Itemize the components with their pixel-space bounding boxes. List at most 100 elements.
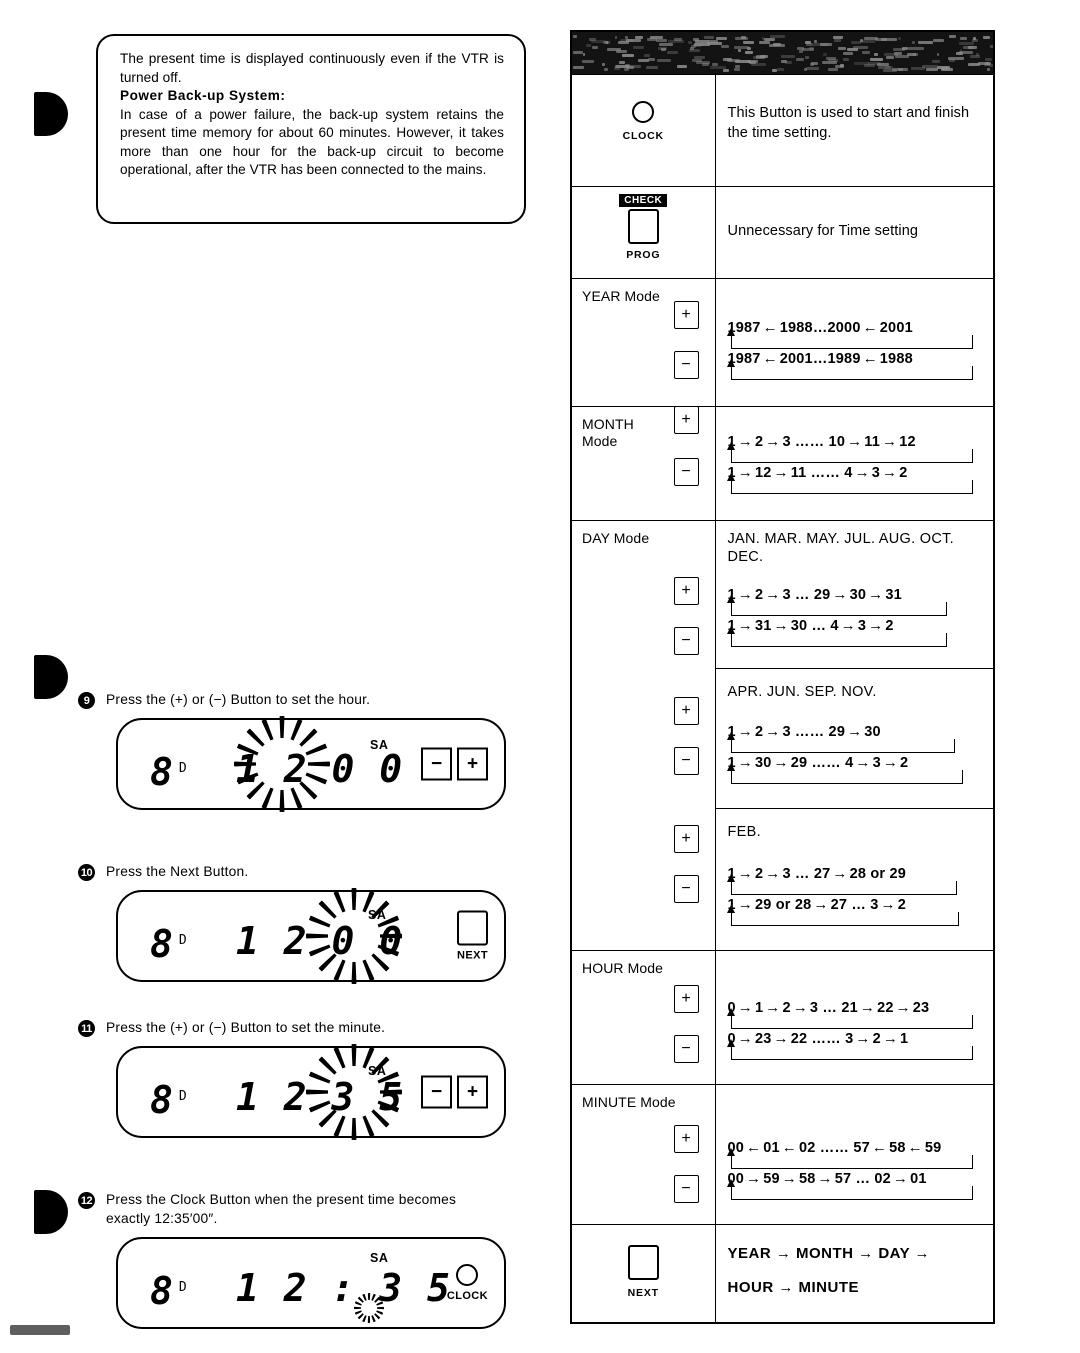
plus-button[interactable]: +: [457, 1076, 488, 1109]
day-group-1-minus-sequence: 1 → 31 → 30 … 4 → 3 → 2: [728, 617, 984, 636]
seq-part: 27 … 3: [831, 897, 879, 913]
clock-button-cell[interactable]: CLOCK: [572, 75, 715, 142]
clock-button[interactable]: [632, 101, 654, 123]
wrap-loop: [731, 739, 956, 753]
prog-button[interactable]: [628, 209, 659, 244]
seq-part: 31: [755, 618, 772, 634]
seq-part: 22 …… 3: [791, 1031, 854, 1047]
step-10-buttons: NEXT: [457, 911, 488, 962]
prog-button-label: PROG: [626, 249, 660, 261]
month-plus-sequence: 1 → 2 → 3 …… 10 → 11 → 12: [728, 433, 984, 464]
step-11-text: Press the (+) or (−) Button to set the m…: [106, 1018, 486, 1037]
year-plus-button[interactable]: +: [674, 301, 699, 329]
step-10-program-number: 8 D: [150, 922, 188, 963]
day-mode-label: DAY Mode: [572, 521, 715, 547]
wrap-loop: [731, 881, 958, 895]
step-10-time-value: 1 2 0 0: [236, 922, 403, 960]
step-9-head: 9 Press the (+) or (−) Button to set the…: [78, 690, 560, 709]
minute-minus-button[interactable]: −: [674, 1175, 699, 1203]
hour-plus-sequence: 0 → 1 → 2 → 3 … 21 → 22 → 23: [728, 999, 984, 1030]
clock-button[interactable]: [456, 1264, 478, 1286]
step-9-time-value: 1 2 0 0: [236, 750, 403, 788]
step-11-lcd-panel: 8 D 1 2 3 5 SA − +: [116, 1046, 506, 1138]
wrap-loop: [731, 1046, 974, 1060]
prog-button-cell[interactable]: CHECK PROG: [572, 187, 715, 261]
table-row-month: MONTH Mode + − 1→2→3 …… 10→11→12: [571, 407, 994, 521]
hour-mode-label: HOUR Mode: [572, 951, 715, 977]
seq-part: 2: [755, 587, 763, 603]
table-row-next: NEXT YEAR → MONTH → DAY → HOUR → MINUTE: [571, 1225, 994, 1323]
seq-part: 3 … 27: [782, 866, 830, 882]
next-button-group[interactable]: NEXT: [457, 911, 488, 962]
wrap-loop: [731, 449, 974, 463]
step-12-head: 12 Press the Clock Button when the prese…: [78, 1190, 560, 1228]
day-group-3-title: FEB.: [728, 823, 984, 841]
step-9-sa-indicator: SA: [370, 738, 389, 752]
next-button[interactable]: [457, 911, 488, 946]
page-edge-marker-top: [34, 92, 68, 136]
minute-plus-button[interactable]: +: [674, 1125, 699, 1153]
day-jan-minus-button[interactable]: −: [674, 627, 699, 655]
day-feb-plus-button[interactable]: +: [674, 825, 699, 853]
table-row-minute: MINUTE Mode + − 00 ← 01 ← 02 …… 57 ← 58 ← 59: [571, 1085, 994, 1225]
seq-part: 2001…1989: [780, 351, 861, 367]
wrap-loop: [731, 770, 964, 784]
seq-part: 1988: [880, 351, 913, 367]
step-10-prog-digit: 8: [150, 925, 174, 963]
step-10-prog-sub: D: [179, 922, 188, 960]
wrap-loop: [731, 602, 948, 616]
step-12-lcd-panel: 8 D 1 2 : 3 5 SA CLOCK: [116, 1237, 506, 1329]
step-12-buttons: CLOCK: [447, 1264, 488, 1302]
step-10-sa-indicator: SA: [368, 908, 387, 922]
wrap-loop: [731, 1015, 974, 1029]
day-apr-minus-button[interactable]: −: [674, 747, 699, 775]
minus-button[interactable]: −: [421, 1076, 452, 1109]
step-11-sa-indicator: SA: [368, 1064, 387, 1078]
seq-part: 01: [910, 1171, 927, 1187]
seq-part: 3: [872, 465, 880, 481]
step-9-prog-digit: 8: [150, 753, 174, 791]
day-jan-plus-button[interactable]: +: [674, 577, 699, 605]
next-button-cell[interactable]: NEXT: [572, 1225, 715, 1299]
step-12-prog-sub: D: [179, 1269, 188, 1307]
step-12: 12 Press the Clock Button when the prese…: [0, 1190, 560, 1329]
hour-minus-button[interactable]: −: [674, 1035, 699, 1063]
seq-part: 3 … 29: [782, 587, 830, 603]
day-apr-plus-button[interactable]: +: [674, 697, 699, 725]
day-group-3-minus-sequence: 1 → 29 or 28 → 27 … 3 → 2: [728, 896, 984, 915]
next-button[interactable]: [628, 1245, 659, 1280]
seq-part: 57 … 02: [835, 1171, 891, 1187]
step-11-buttons: − +: [416, 1076, 488, 1109]
step-11-number: 11: [78, 1020, 95, 1037]
day-feb-minus-button[interactable]: −: [674, 875, 699, 903]
seq-part: 3: [873, 755, 881, 771]
step-10-time-readout: 1 2 0 0: [236, 922, 403, 960]
table-row-hour: HOUR Mode + − 0 → 1 → 2 → 3 … 21 → 22 → 23: [571, 951, 994, 1085]
step-10-number: 10: [78, 864, 95, 881]
step-12-sa-indicator: SA: [370, 1251, 389, 1265]
day-group-1-plus-sequence: 1 → 2 → 3 … 29 → 30 → 31: [728, 586, 984, 617]
step-12-text: Press the Clock Button when the present …: [106, 1190, 486, 1228]
table-header-band: [572, 32, 993, 74]
seq-part: 29 …… 4: [791, 755, 854, 771]
step-10-lcd-panel: 8 D 1 2 0 0 SA NEXT: [116, 890, 506, 982]
step-10-head: 10 Press the Next Button.: [78, 862, 560, 881]
button-function-table: CLOCK This Button is used to start and f…: [570, 30, 995, 1324]
year-minus-button[interactable]: −: [674, 351, 699, 379]
seq-part: 59: [763, 1171, 780, 1187]
seq-part: 30: [850, 587, 867, 603]
hour-minus-sequence: 0 → 23 → 22 …… 3 → 2 → 1: [728, 1030, 984, 1049]
month-minus-button[interactable]: −: [674, 458, 699, 486]
hour-plus-button[interactable]: +: [674, 985, 699, 1013]
step-11-time-value: 1 2 3 5: [236, 1078, 403, 1116]
plus-button[interactable]: +: [457, 748, 488, 781]
step-11: 11 Press the (+) or (−) Button to set th…: [0, 1018, 560, 1138]
step-9: 9 Press the (+) or (−) Button to set the…: [0, 690, 560, 810]
month-plus-button[interactable]: +: [674, 406, 699, 434]
seq-part: 23: [755, 1031, 772, 1047]
seq-part: 58: [889, 1140, 906, 1156]
year-plus-sequence: 1987 ← 1988…2000 ← 2001: [728, 319, 984, 350]
clock-button-group[interactable]: CLOCK: [447, 1264, 488, 1302]
minus-button[interactable]: −: [421, 748, 452, 781]
step-9-number: 9: [78, 692, 95, 709]
